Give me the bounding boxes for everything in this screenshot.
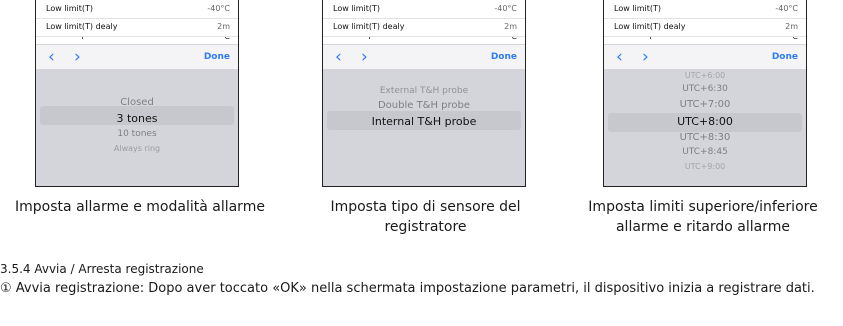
body-paragraph: ① Avvia registrazione: Dopo aver toccato…: [0, 281, 815, 296]
clipped-value: °C: [788, 37, 798, 41]
clipped-value: °C: [507, 37, 517, 41]
picker-option-selected[interactable]: UTC+8:00: [604, 115, 806, 128]
done-button[interactable]: Done: [204, 52, 230, 62]
screenshot-sensor-type: Low limit(T) -40°C Low limit(T) dealy 2m…: [322, 0, 526, 187]
figure-caption: Imposta allarme e modalità allarme: [15, 199, 265, 215]
setting-label: Low limit(T): [333, 4, 381, 13]
picker-toolbar: ‹ › Done: [323, 44, 525, 70]
clipped-label: T: [367, 37, 372, 41]
clipped-setting-row: T °C: [46, 37, 230, 43]
setting-row[interactable]: Low limit(T) dealy 2m: [323, 18, 525, 37]
setting-row[interactable]: Low limit(T) dealy 2m: [36, 18, 238, 37]
picker-option-selected[interactable]: 3 tones: [36, 112, 238, 125]
setting-label: Low limit(T): [46, 4, 94, 13]
done-button[interactable]: Done: [491, 52, 517, 62]
setting-row[interactable]: Low limit(T) -40°C: [604, 0, 806, 19]
screenshot-alarm-mode: Low limit(T) -40°C Low limit(T) dealy 2m…: [35, 0, 239, 187]
clipped-label: T: [80, 37, 85, 41]
picker-option[interactable]: UTC+6:30: [604, 84, 806, 94]
figure-caption: Imposta tipo di sensore del registratore: [330, 199, 521, 235]
picker-option[interactable]: External T&H probe: [323, 86, 525, 96]
clipped-value: °C: [220, 37, 230, 41]
clipped-label: T: [648, 37, 653, 41]
setting-row[interactable]: Low limit(T) -40°C: [36, 0, 238, 19]
picker-option[interactable]: UTC+9:00: [604, 162, 806, 169]
setting-row[interactable]: Low limit(T) dealy 2m: [604, 18, 806, 37]
chevron-right-icon[interactable]: ›: [361, 46, 368, 68]
setting-value: -40°C: [207, 4, 230, 13]
picker-option[interactable]: Double T&H probe: [323, 100, 525, 111]
picker-option[interactable]: 10 tones: [36, 129, 238, 139]
setting-label: Low limit(T) dealy: [614, 22, 686, 31]
chevron-left-icon[interactable]: ‹: [616, 46, 623, 68]
picker-option[interactable]: UTC+8:45: [604, 147, 806, 157]
chevron-left-icon[interactable]: ‹: [335, 46, 342, 68]
section-heading: 3.5.4 Avvia / Arresta registrazione: [0, 262, 204, 276]
figure-caption: Imposta limiti superiore/inferiore allar…: [588, 199, 818, 235]
screenshot-timezone: Low limit(T) -40°C Low limit(T) dealy 2m…: [603, 0, 807, 187]
picker-option-selected[interactable]: Internal T&H probe: [323, 115, 525, 128]
chevron-right-icon[interactable]: ›: [74, 46, 81, 68]
picker-option[interactable]: UTC+8:30: [604, 132, 806, 143]
setting-value: 2m: [785, 22, 798, 31]
chevron-left-icon[interactable]: ‹: [48, 46, 55, 68]
picker-option[interactable]: Always ring: [36, 144, 238, 153]
done-button[interactable]: Done: [772, 52, 798, 62]
setting-row[interactable]: Low limit(T) -40°C: [323, 0, 525, 19]
setting-value: 2m: [504, 22, 517, 31]
setting-value: -40°C: [494, 4, 517, 13]
chevron-right-icon[interactable]: ›: [642, 46, 649, 68]
picker-toolbar: ‹ › Done: [604, 44, 806, 70]
picker-toolbar: ‹ › Done: [36, 44, 238, 70]
setting-value: 2m: [217, 22, 230, 31]
setting-value: -40°C: [775, 4, 798, 13]
picker-option[interactable]: UTC+6:00: [604, 71, 806, 79]
timezone-picker[interactable]: UTC+6:00 UTC+6:30 UTC+7:00 UTC+8:00 UTC+…: [604, 70, 806, 186]
picker-option[interactable]: Closed: [36, 97, 238, 108]
alarm-mode-picker[interactable]: Closed 3 tones 10 tones Always ring: [36, 70, 238, 186]
picker-option[interactable]: UTC+7:00: [604, 99, 806, 110]
sensor-type-picker[interactable]: External T&H probe Double T&H probe Inte…: [323, 70, 525, 186]
setting-label: Low limit(T) dealy: [333, 22, 405, 31]
setting-label: Low limit(T) dealy: [46, 22, 118, 31]
clipped-setting-row: T °C: [614, 37, 798, 43]
setting-label: Low limit(T): [614, 4, 662, 13]
clipped-setting-row: T °C: [333, 37, 517, 43]
